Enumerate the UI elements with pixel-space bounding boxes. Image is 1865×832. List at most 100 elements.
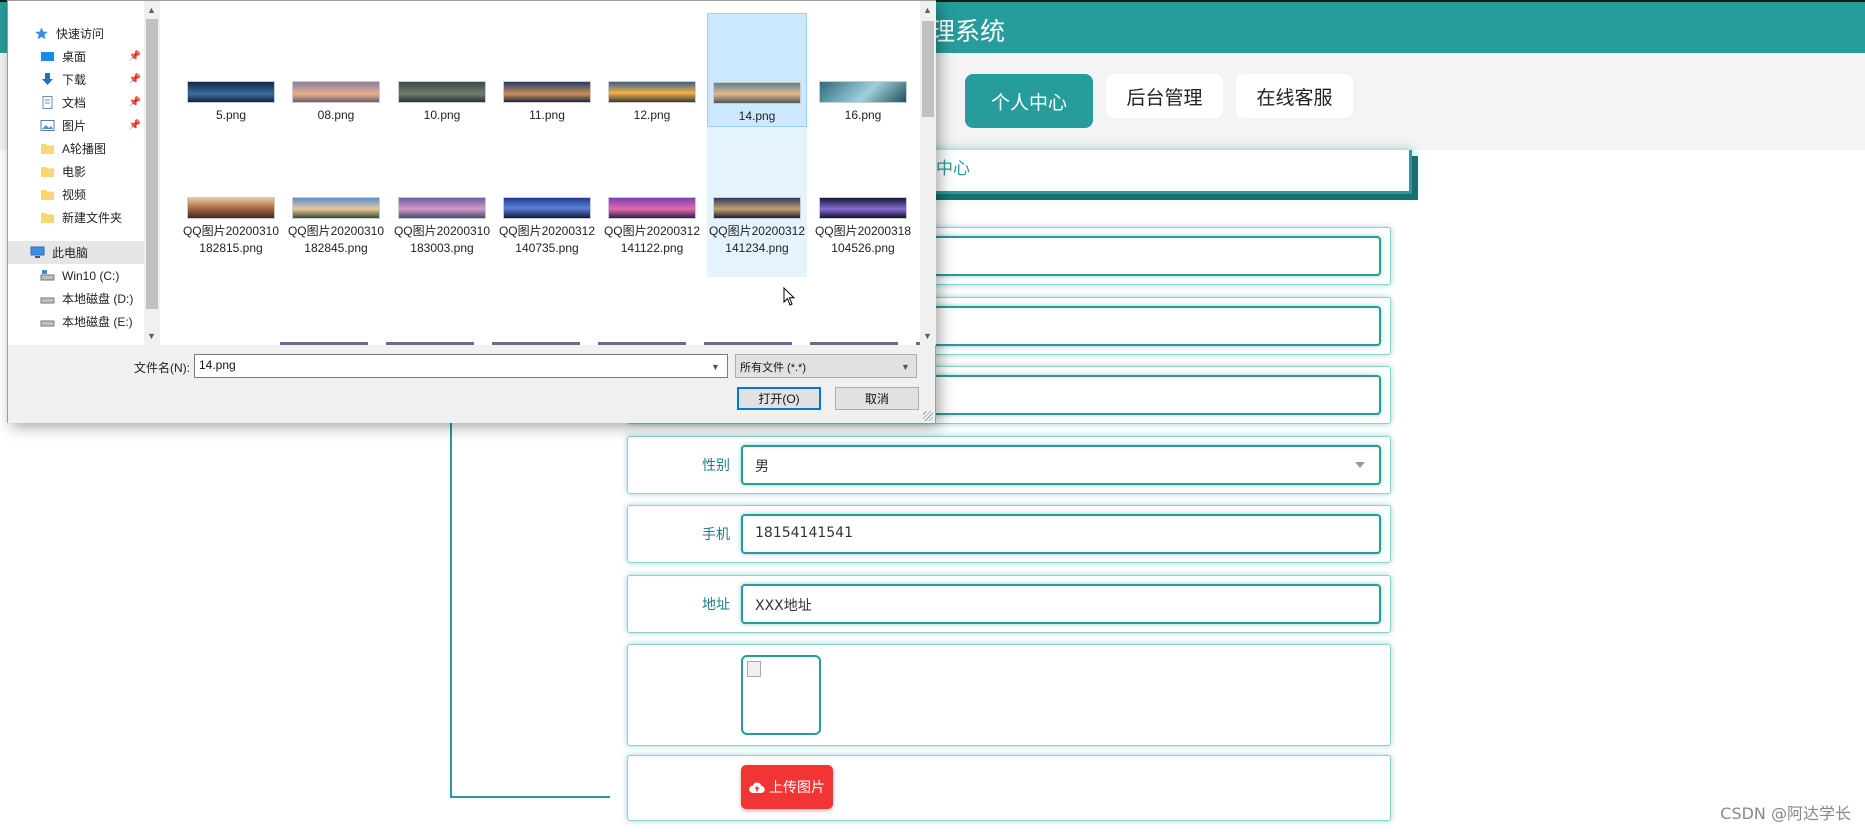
nav-label: 文档 — [62, 96, 87, 110]
file-name: QQ图片20200310183003.png — [393, 224, 491, 255]
file-name: 16.png — [844, 108, 882, 122]
filename-input[interactable]: 14.png — [194, 354, 728, 378]
file-thumbnail — [713, 197, 801, 219]
file-thumbnail — [398, 81, 486, 103]
nav-documents[interactable]: 文档 📌 — [8, 91, 144, 114]
drive-icon — [40, 270, 55, 281]
broken-image-icon — [747, 661, 761, 677]
resize-grip[interactable] — [923, 411, 933, 421]
file-item[interactable]: 11.png — [497, 13, 597, 127]
nav-drive-d[interactable]: 本地磁盘 (D:) — [8, 287, 144, 310]
mouse-cursor-icon — [783, 287, 795, 306]
chevron-down-icon[interactable]: ▼ — [711, 362, 720, 372]
file-name: 11.png — [529, 108, 565, 122]
nav-label: 桌面 — [62, 50, 87, 64]
chevron-down-icon[interactable]: ▼ — [901, 362, 910, 372]
scroll-thumb[interactable] — [922, 21, 934, 117]
nav-folder-movies[interactable]: 电影 — [8, 160, 144, 183]
file-name: 12.png — [633, 108, 671, 122]
file-thumbnail — [292, 197, 380, 219]
file-thumbnail — [608, 197, 696, 219]
file-item[interactable]: 12.png — [602, 13, 702, 127]
file-thumbnail — [819, 197, 907, 219]
file-list: 5.png 08.png 10.png 11.png 12.png 14.png… — [160, 1, 928, 345]
watermark: CSDN @阿达学长 — [1720, 804, 1851, 823]
gender-select[interactable]: 男 — [741, 445, 1381, 485]
file-item[interactable]: QQ图片20200310182815.png — [181, 127, 281, 277]
chevron-down-icon — [1355, 462, 1365, 468]
form-row-upload: 上传图片 — [627, 755, 1391, 821]
file-thumbnail — [503, 197, 591, 219]
scroll-thumb[interactable] — [146, 19, 158, 309]
download-icon — [42, 73, 53, 85]
filetype-select[interactable]: 所有文件 (*.*) — [735, 354, 917, 378]
nav-online-service[interactable]: 在线客服 — [1236, 74, 1353, 118]
scroll-down-icon[interactable]: ▼ — [923, 331, 932, 341]
nav-label: 此电脑 — [52, 246, 89, 260]
file-item-selected[interactable]: 14.png — [707, 13, 807, 127]
drive-icon — [40, 297, 55, 304]
nav-quick-access[interactable]: 快速访问 — [8, 22, 144, 45]
file-item[interactable]: 08.png — [286, 13, 386, 127]
nav-label: 新建文件夹 — [62, 211, 123, 225]
file-item[interactable]: QQ图片20200318104526.png — [813, 127, 913, 277]
open-button[interactable]: 打开(O) — [737, 387, 821, 410]
nav-folder-carousel[interactable]: A轮播图 — [8, 137, 144, 160]
file-name: QQ图片20200312141122.png — [603, 224, 701, 255]
gender-value: 男 — [755, 459, 769, 475]
upload-image-button[interactable]: 上传图片 — [741, 765, 833, 809]
nav-desktop[interactable]: 桌面 📌 — [8, 45, 144, 68]
nav-label: 本地磁盘 (D:) — [62, 292, 134, 306]
file-item[interactable]: 10.png — [392, 13, 492, 127]
nav-drive-c[interactable]: Win10 (C:) — [8, 264, 144, 287]
nav-label: 视频 — [62, 188, 87, 202]
navigation-scrollbar[interactable]: ▲ ▼ — [144, 1, 160, 345]
scroll-down-icon[interactable]: ▼ — [147, 331, 156, 341]
file-thumbnail — [292, 81, 380, 103]
file-thumbnail — [187, 81, 275, 103]
file-item[interactable]: 5.png — [181, 13, 281, 127]
file-item-hover[interactable]: QQ图片20200312141234.png — [707, 127, 807, 277]
folder-icon — [41, 190, 54, 200]
file-item[interactable]: QQ图片20200310183003.png — [392, 127, 492, 277]
nav-pictures[interactable]: 图片 📌 — [8, 114, 144, 137]
folder-icon — [41, 167, 54, 177]
content-frame — [450, 400, 610, 798]
address-input[interactable]: XXX地址 — [741, 584, 1381, 624]
file-name: QQ图片20200312141234.png — [708, 224, 806, 255]
file-item[interactable]: QQ图片20200312140735.png — [497, 127, 597, 277]
site-title: 理系统 — [930, 17, 1006, 46]
scroll-up-icon[interactable]: ▲ — [923, 5, 932, 15]
cancel-button[interactable]: 取消 — [835, 387, 919, 410]
file-list-scrollbar[interactable]: ▲ ▼ — [920, 1, 936, 345]
file-name: 14.png — [738, 109, 776, 123]
file-item[interactable]: QQ图片20200310182845.png — [286, 127, 386, 277]
form-row-gender: 性别 男 — [627, 436, 1391, 494]
breadcrumb: 中心 — [936, 159, 970, 179]
nav-label: 下载 — [62, 73, 87, 87]
nav-label: 电影 — [62, 165, 87, 179]
nav-drive-e[interactable]: 本地磁盘 (E:) — [8, 310, 144, 333]
address-label: 地址 — [702, 597, 730, 613]
nav-backend-admin[interactable]: 后台管理 — [1106, 74, 1223, 118]
pin-icon: 📌 — [128, 120, 141, 131]
nav-folder-videos[interactable]: 视频 — [8, 183, 144, 206]
document-icon — [42, 96, 53, 109]
phone-label: 手机 — [702, 527, 730, 543]
nav-label: 本地磁盘 (E:) — [62, 315, 133, 329]
gender-label: 性别 — [702, 458, 730, 474]
phone-input[interactable]: 18154141541 — [741, 514, 1381, 554]
nav-folder-new[interactable]: 新建文件夹 — [8, 206, 144, 229]
file-item[interactable]: QQ图片20200312141122.png — [602, 127, 702, 277]
file-item[interactable]: 16.png — [813, 13, 913, 127]
nav-downloads[interactable]: 下载 📌 — [8, 68, 144, 91]
nav-label: 快速访问 — [56, 27, 105, 41]
nav-this-pc[interactable]: 此电脑 — [8, 241, 144, 264]
dialog-bottom-bar: 文件名(N): 14.png ▼ 所有文件 (*.*) ▼ 打开(O) 取消 — [8, 345, 935, 423]
scroll-up-icon[interactable]: ▲ — [147, 5, 156, 15]
nav-personal-center[interactable]: 个人中心 — [965, 74, 1093, 128]
file-thumbnail — [503, 81, 591, 103]
star-icon — [35, 27, 48, 40]
desktop-icon — [41, 52, 54, 61]
nav-label: A轮播图 — [62, 142, 107, 156]
